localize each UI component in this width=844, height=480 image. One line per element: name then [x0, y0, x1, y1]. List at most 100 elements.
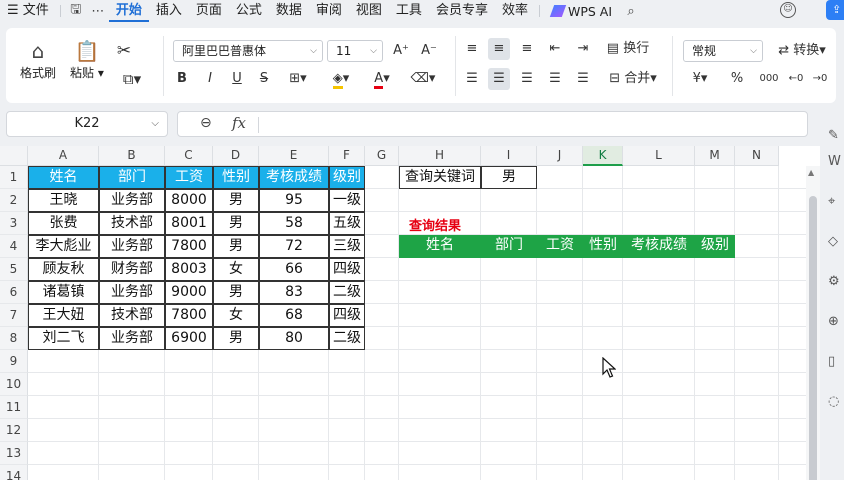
font-size-select[interactable]: 11 ⌵ [327, 40, 383, 62]
tab-tools[interactable]: 工具 [389, 0, 429, 22]
convert-button[interactable]: ⇄ 转换▾ [772, 40, 832, 62]
source-header-cell[interactable]: 考核成绩 [259, 166, 329, 189]
tab-formula[interactable]: 公式 [229, 0, 269, 22]
source-header-cell[interactable]: 性别 [213, 166, 259, 189]
justify-icon[interactable]: ☰ [544, 68, 566, 90]
thousands-separator-icon[interactable]: 000 [754, 68, 784, 90]
file-menu[interactable]: ☰ 文件 [0, 0, 56, 22]
query-keyword-label[interactable]: 查询关键词 [399, 166, 481, 189]
sidebar-shape-icon[interactable]: ◇ [828, 234, 838, 249]
align-center-icon[interactable]: ☰ [488, 68, 510, 90]
row-header-3[interactable]: 3 [0, 212, 28, 235]
source-data-cell[interactable]: 95 [259, 189, 329, 212]
wps-ai-button[interactable]: WPS AI [544, 4, 620, 19]
source-data-cell[interactable]: 8001 [165, 212, 213, 235]
scissors-icon[interactable]: ✂ [113, 40, 135, 62]
sidebar-style-icon[interactable]: W [828, 154, 841, 169]
source-data-cell[interactable]: 王晓 [28, 189, 99, 212]
increase-font-icon[interactable]: A⁺ [390, 40, 412, 62]
source-data-cell[interactable]: 男 [213, 189, 259, 212]
source-data-cell[interactable]: 四级 [329, 304, 365, 327]
more-icon[interactable]: ⋯ [87, 4, 109, 19]
query-keyword-input[interactable]: 男 [481, 166, 537, 189]
outdent-icon[interactable]: ⇤ [544, 38, 566, 60]
source-data-cell[interactable]: 李大彪业 [28, 235, 99, 258]
source-data-cell[interactable]: 9000 [165, 281, 213, 304]
result-header-cell[interactable]: 工资 [537, 235, 583, 258]
eraser-icon[interactable]: ⌫▾ [406, 68, 440, 90]
percent-icon[interactable]: % [726, 68, 748, 90]
column-header-k[interactable]: K [583, 146, 623, 166]
sidebar-select-icon[interactable]: ⌖ [828, 194, 835, 209]
source-data-cell[interactable]: 58 [259, 212, 329, 235]
feedback-icon[interactable]: ☺ [780, 2, 796, 18]
source-data-cell[interactable]: 男 [213, 212, 259, 235]
select-all-corner[interactable] [0, 146, 28, 166]
fill-color-icon[interactable]: ◈▾ [324, 68, 358, 90]
sidebar-settings-icon[interactable]: ⚙ [828, 274, 840, 289]
source-data-cell[interactable]: 四级 [329, 258, 365, 281]
source-data-cell[interactable]: 业务部 [99, 189, 165, 212]
row-header-1[interactable]: 1 [0, 166, 28, 189]
column-header-j[interactable]: J [537, 146, 583, 166]
source-data-cell[interactable]: 三级 [329, 235, 365, 258]
column-header-c[interactable]: C [165, 146, 213, 166]
row-header-13[interactable]: 13 [0, 442, 28, 465]
column-header-a[interactable]: A [28, 146, 99, 166]
source-data-cell[interactable]: 66 [259, 258, 329, 281]
source-data-cell[interactable]: 7800 [165, 235, 213, 258]
save-icon[interactable]: 🖫 [65, 0, 87, 22]
source-header-cell[interactable]: 部门 [99, 166, 165, 189]
scrollbar-thumb[interactable] [809, 196, 817, 480]
strikethrough-icon[interactable]: S [254, 68, 274, 90]
column-header-e[interactable]: E [259, 146, 329, 166]
source-data-cell[interactable]: 二级 [329, 281, 365, 304]
source-header-cell[interactable]: 级别 [329, 166, 365, 189]
source-data-cell[interactable]: 业务部 [99, 235, 165, 258]
tab-view[interactable]: 视图 [349, 0, 389, 22]
source-data-cell[interactable]: 刘二飞 [28, 327, 99, 350]
source-data-cell[interactable]: 6900 [165, 327, 213, 350]
source-data-cell[interactable]: 女 [213, 304, 259, 327]
source-data-cell[interactable]: 8003 [165, 258, 213, 281]
number-format-select[interactable]: 常规 ⌵ [683, 40, 763, 62]
tab-review[interactable]: 审阅 [309, 0, 349, 22]
name-box[interactable]: K22 ⌵ [6, 111, 168, 137]
underline-icon[interactable]: U [227, 68, 247, 90]
align-middle-icon[interactable]: ≡ [488, 38, 510, 60]
source-data-cell[interactable]: 技术部 [99, 212, 165, 235]
vertical-scrollbar[interactable]: ▲ [806, 166, 820, 480]
source-data-cell[interactable]: 二级 [329, 327, 365, 350]
source-data-cell[interactable]: 男 [213, 281, 259, 304]
source-data-cell[interactable]: 68 [259, 304, 329, 327]
spreadsheet-grid[interactable]: A B C D E F G H I J K L M N 1 2 3 4 5 6 7 8 9 10 11 12 13 14 姓名 部门 工资性… [0, 146, 820, 480]
tab-insert[interactable]: 插入 [149, 0, 189, 22]
search-icon[interactable]: ⌕ [620, 4, 642, 19]
source-data-cell[interactable]: 80 [259, 327, 329, 350]
paste-button[interactable]: 📋 粘贴 ▾ [70, 38, 104, 81]
column-header-g[interactable]: G [365, 146, 399, 166]
share-button[interactable]: ⇪ 分 [826, 0, 844, 20]
format-painter-button[interactable]: ⌂ 格式刷 [20, 38, 56, 81]
sidebar-doc-icon[interactable]: ▯ [828, 354, 835, 369]
wrap-text-button[interactable]: ▤ 换行 [602, 38, 654, 60]
column-header-l[interactable]: L [623, 146, 695, 166]
sidebar-tool-icon[interactable]: ✎ [828, 128, 839, 143]
tab-data[interactable]: 数据 [269, 0, 309, 22]
source-data-cell[interactable]: 83 [259, 281, 329, 304]
column-header-d[interactable]: D [213, 146, 259, 166]
result-header-cell[interactable]: 级别 [695, 235, 735, 258]
result-header-cell[interactable]: 姓名 [399, 235, 481, 258]
italic-icon[interactable]: I [200, 68, 220, 90]
source-data-cell[interactable]: 技术部 [99, 304, 165, 327]
function-icon[interactable]: fx [232, 114, 246, 132]
decrease-decimal-icon[interactable]: →0 [808, 68, 832, 90]
font-color-icon[interactable]: A▾ [365, 68, 399, 90]
column-header-m[interactable]: M [695, 146, 735, 166]
row-header-6[interactable]: 6 [0, 281, 28, 304]
source-data-cell[interactable]: 男 [213, 327, 259, 350]
row-header-14[interactable]: 14 [0, 465, 28, 480]
zoom-icon[interactable]: ⊖ [200, 115, 212, 131]
align-left-icon[interactable]: ☰ [461, 68, 483, 90]
result-header-cell[interactable]: 性别 [583, 235, 623, 258]
